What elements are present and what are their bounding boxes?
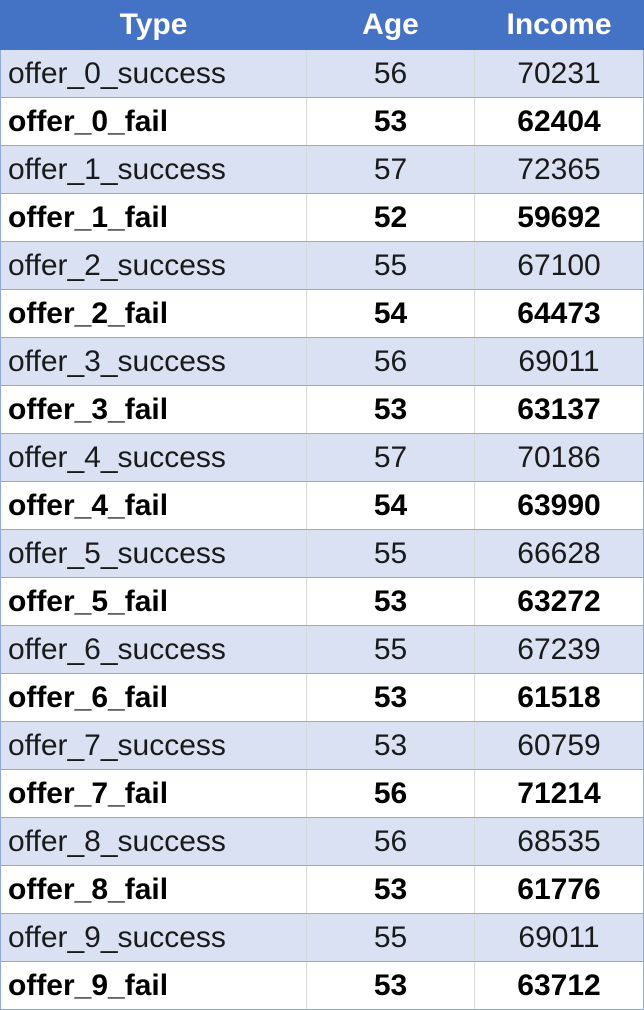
age-cell: 53	[306, 673, 475, 722]
age-cell: 54	[306, 481, 475, 530]
table-header: Type Age Income	[0, 0, 644, 50]
type-cell: offer_1_fail	[0, 193, 307, 242]
income-cell: 60759	[474, 721, 644, 770]
offer-summary-table: Type Age Income offer_0_success 56 70231 of…	[0, 0, 644, 1010]
income-cell: 70231	[474, 49, 644, 98]
type-cell: offer_5_fail	[0, 577, 307, 626]
type-cell: offer_3_fail	[0, 385, 307, 434]
table-row: offer_8_fail 53 61776	[0, 865, 644, 914]
income-cell: 62404	[474, 97, 644, 146]
type-cell: offer_6_fail	[0, 673, 307, 722]
income-cell: 63712	[474, 961, 644, 1010]
income-cell: 61776	[474, 865, 644, 914]
income-cell: 71214	[474, 769, 644, 818]
table-body: offer_0_success 56 70231 offer_0_fail 53 6240…	[0, 49, 644, 1010]
type-cell: offer_8_fail	[0, 865, 307, 914]
income-cell: 64473	[474, 289, 644, 338]
income-cell: 63137	[474, 385, 644, 434]
table-row: offer_3_success 56 69011	[0, 337, 644, 386]
type-cell: offer_5_success	[0, 529, 307, 578]
table-row: offer_4_success 57 70186	[0, 433, 644, 482]
age-cell: 53	[306, 385, 475, 434]
age-cell: 57	[306, 433, 475, 482]
age-cell: 55	[306, 529, 475, 578]
income-cell: 69011	[474, 337, 644, 386]
income-cell: 72365	[474, 145, 644, 194]
age-cell: 54	[306, 289, 475, 338]
age-cell: 52	[306, 193, 475, 242]
type-cell: offer_4_success	[0, 433, 307, 482]
type-cell: offer_1_success	[0, 145, 307, 194]
income-cell: 69011	[474, 913, 644, 962]
type-cell: offer_3_success	[0, 337, 307, 386]
table-row: offer_8_success 56 68535	[0, 817, 644, 866]
table-row: offer_0_success 56 70231	[0, 49, 644, 98]
table-row: offer_9_success 55 69011	[0, 913, 644, 962]
type-cell: offer_8_success	[0, 817, 307, 866]
income-cell: 61518	[474, 673, 644, 722]
income-cell: 67239	[474, 625, 644, 674]
header-age: Age	[306, 0, 475, 50]
table-row: offer_0_fail 53 62404	[0, 97, 644, 146]
type-cell: offer_4_fail	[0, 481, 307, 530]
table-row: offer_1_success 57 72365	[0, 145, 644, 194]
age-cell: 53	[306, 961, 475, 1010]
age-cell: 56	[306, 769, 475, 818]
type-cell: offer_7_fail	[0, 769, 307, 818]
age-cell: 57	[306, 145, 475, 194]
table-row: offer_2_success 55 67100	[0, 241, 644, 290]
type-cell: offer_7_success	[0, 721, 307, 770]
table-row: offer_6_success 55 67239	[0, 625, 644, 674]
income-cell: 68535	[474, 817, 644, 866]
table-row: offer_5_success 55 66628	[0, 529, 644, 578]
table-row: offer_6_fail 53 61518	[0, 673, 644, 722]
type-cell: offer_0_success	[0, 49, 307, 98]
age-cell: 56	[306, 817, 475, 866]
type-cell: offer_9_success	[0, 913, 307, 962]
income-cell: 70186	[474, 433, 644, 482]
type-cell: offer_0_fail	[0, 97, 307, 146]
type-cell: offer_2_fail	[0, 289, 307, 338]
type-cell: offer_2_success	[0, 241, 307, 290]
income-cell: 66628	[474, 529, 644, 578]
age-cell: 56	[306, 337, 475, 386]
table-row: offer_4_fail 54 63990	[0, 481, 644, 530]
income-cell: 59692	[474, 193, 644, 242]
table-row: offer_2_fail 54 64473	[0, 289, 644, 338]
age-cell: 53	[306, 97, 475, 146]
table-row: offer_5_fail 53 63272	[0, 577, 644, 626]
header-row: Type Age Income	[0, 0, 644, 50]
age-cell: 55	[306, 241, 475, 290]
age-cell: 55	[306, 625, 475, 674]
type-cell: offer_9_fail	[0, 961, 307, 1010]
header-type: Type	[0, 0, 307, 50]
table-row: offer_3_fail 53 63137	[0, 385, 644, 434]
income-cell: 67100	[474, 241, 644, 290]
type-cell: offer_6_success	[0, 625, 307, 674]
income-cell: 63272	[474, 577, 644, 626]
age-cell: 56	[306, 49, 475, 98]
income-cell: 63990	[474, 481, 644, 530]
header-income: Income	[474, 0, 644, 50]
table-row: offer_9_fail 53 63712	[0, 961, 644, 1010]
table-row: offer_1_fail 52 59692	[0, 193, 644, 242]
age-cell: 53	[306, 577, 475, 626]
age-cell: 53	[306, 865, 475, 914]
age-cell: 55	[306, 913, 475, 962]
age-cell: 53	[306, 721, 475, 770]
table-row: offer_7_fail 56 71214	[0, 769, 644, 818]
table-row: offer_7_success 53 60759	[0, 721, 644, 770]
